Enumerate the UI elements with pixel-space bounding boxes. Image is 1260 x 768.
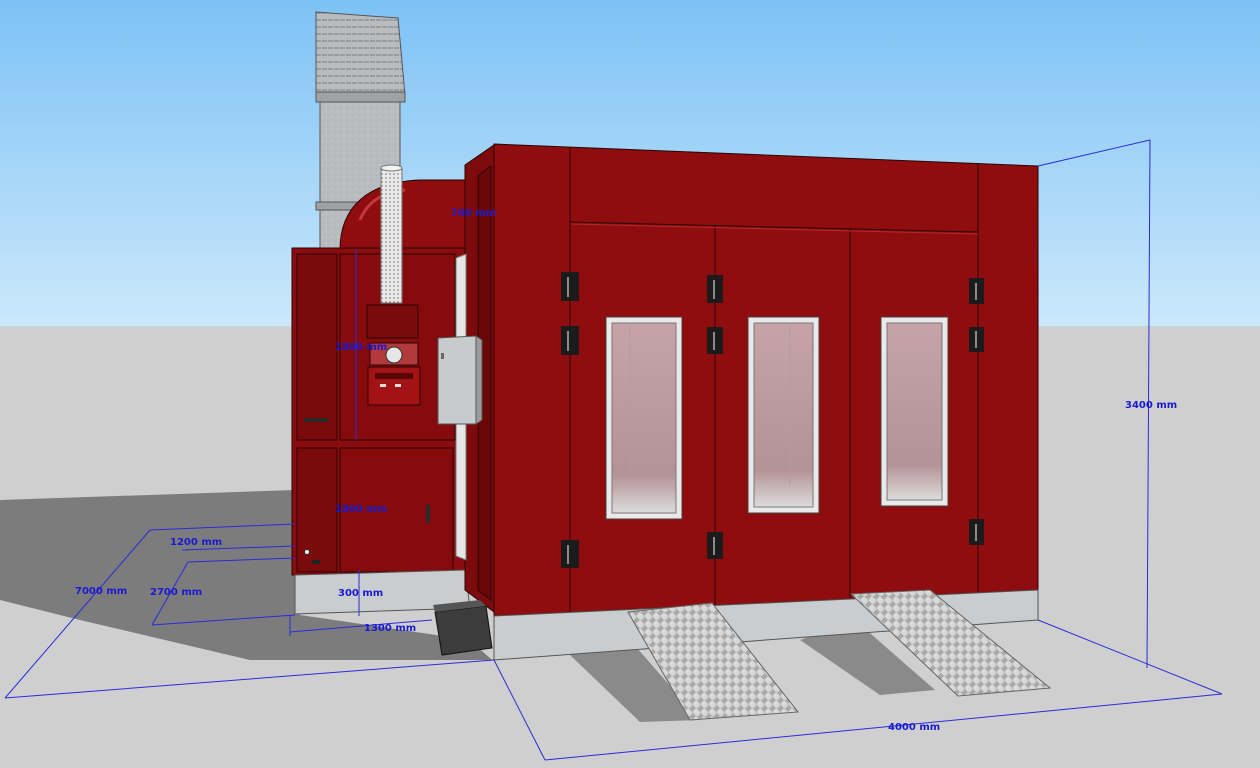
dim-label-height: 3400 mm xyxy=(1125,400,1177,411)
electrical-panel xyxy=(437,335,483,425)
door-window-1 xyxy=(605,316,683,520)
dim-label-heater-length: 1300 mm xyxy=(364,623,416,634)
dim-label-heater-depth: 1200 mm xyxy=(170,537,222,548)
dim-label-faint-3: 1800 mm xyxy=(335,504,387,515)
dim-label-heater-width: 2700 mm xyxy=(150,587,202,598)
door-window-2 xyxy=(747,316,820,514)
dim-label-faint-1: 700 mm xyxy=(451,208,496,219)
step-box xyxy=(434,605,493,656)
paint-booth-scene: 700 mm 1800 mm 1800 mm 3400 mm 4000 mm 7… xyxy=(0,0,1260,768)
gauge-icon xyxy=(385,346,403,364)
dim-label-overall-length: 7000 mm xyxy=(75,586,127,597)
dim-label-heater-base: 300 mm xyxy=(338,588,383,599)
dim-label-faint-2: 1800 mm xyxy=(335,342,387,353)
dim-label-front-width: 4000 mm xyxy=(888,722,940,733)
door-window-3 xyxy=(880,316,949,507)
